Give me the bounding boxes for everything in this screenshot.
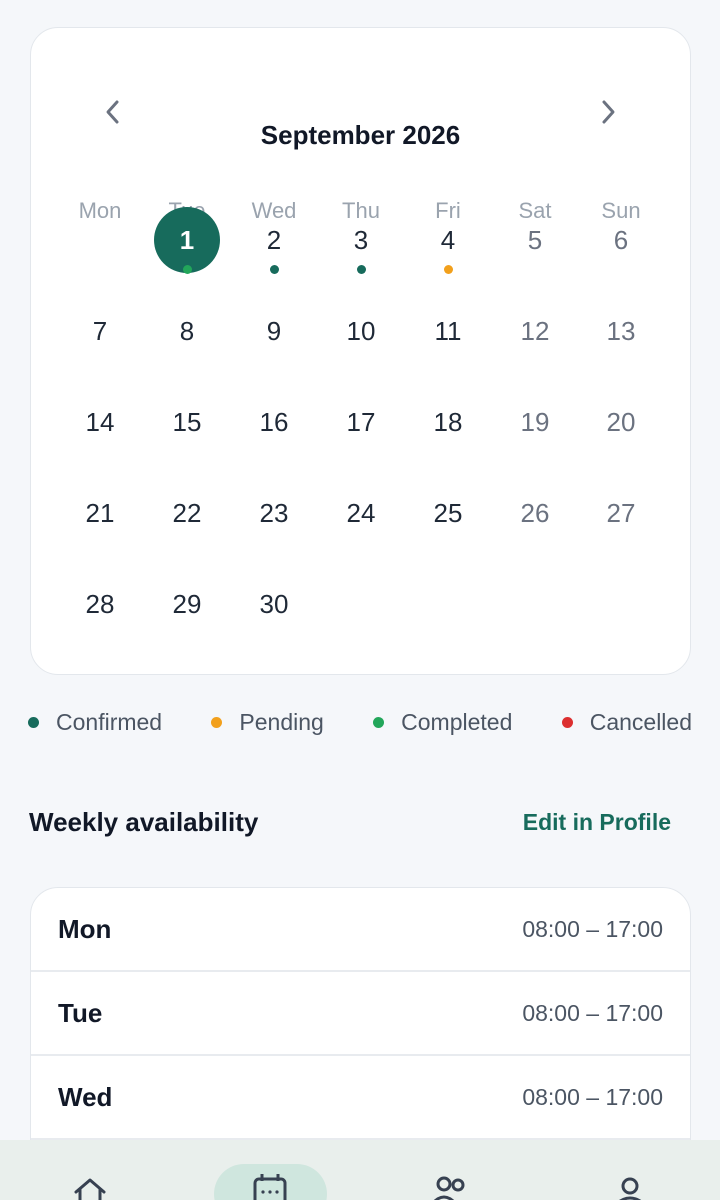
calendar-day[interactable]: 16 <box>241 389 307 455</box>
calendar-day[interactable]: 5 <box>502 207 568 273</box>
availability-row[interactable]: Mon 08:00 – 17:00 <box>31 888 690 972</box>
legend-label: Confirmed <box>56 708 163 735</box>
profile-icon[interactable] <box>610 1174 650 1200</box>
status-legend: Confirmed Pending Completed Cancelled <box>28 707 692 737</box>
calendar-day[interactable]: 26 <box>502 480 568 546</box>
availability-row[interactable]: Tue 08:00 – 17:00 <box>31 972 690 1056</box>
calendar-day[interactable]: 6 <box>588 207 654 273</box>
legend-dot <box>28 716 39 728</box>
calendar-day[interactable]: 4 <box>415 207 481 273</box>
availability-row[interactable]: Wed 08:00 – 17:00 <box>31 1056 690 1140</box>
calendar-day[interactable]: 13 <box>588 298 654 364</box>
calendar-day[interactable]: 10 <box>328 298 394 364</box>
calendar-icon[interactable] <box>250 1174 290 1200</box>
availability-day: Wed <box>58 1081 113 1112</box>
calendar-day[interactable]: 11 <box>415 298 481 364</box>
availability-hours: 08:00 – 17:00 <box>522 915 663 942</box>
availability-day: Mon <box>58 913 112 944</box>
calendar-day[interactable]: 7 <box>67 298 133 364</box>
calendar-day[interactable]: 12 <box>502 298 568 364</box>
booking-status-dot <box>356 265 366 274</box>
availability-hours: 08:00 – 17:00 <box>522 1083 663 1110</box>
bottom-nav <box>0 1140 720 1200</box>
calendar-day[interactable]: 29 <box>154 571 220 637</box>
calendar-day[interactable]: 18 <box>415 389 481 455</box>
calendar-day[interactable]: 15 <box>154 389 220 455</box>
legend-item-confirmed: Confirmed <box>28 709 162 736</box>
legend-item-completed: Completed <box>373 709 512 736</box>
calendar-day[interactable]: 27 <box>588 480 654 546</box>
edit-in-profile-link[interactable]: Edit in Profile <box>523 809 671 836</box>
calendar-day[interactable]: 25 <box>415 480 481 546</box>
legend-dot <box>211 716 223 728</box>
calendar-day[interactable]: 28 <box>67 571 133 637</box>
booking-status-dot <box>443 265 453 274</box>
people-icon[interactable] <box>430 1174 470 1200</box>
booking-status-dot <box>269 265 279 274</box>
calendar-day[interactable]: 3 <box>328 207 394 273</box>
legend-dot <box>373 716 385 728</box>
legend-label: Pending <box>239 708 324 735</box>
calendar-day[interactable]: 2 <box>241 207 307 273</box>
calendar-day[interactable]: 22 <box>154 480 220 546</box>
calendar-day[interactable]: 24 <box>328 480 394 546</box>
calendar-day[interactable]: 19 <box>502 389 568 455</box>
legend-label: Cancelled <box>589 708 692 735</box>
calendar-day[interactable]: 14 <box>67 389 133 455</box>
calendar-day[interactable]: 9 <box>241 298 307 364</box>
section-title: Weekly availability <box>29 807 259 837</box>
home-icon[interactable] <box>70 1174 110 1200</box>
booking-status-dot <box>182 265 192 274</box>
legend-dot <box>561 716 573 728</box>
calendar-day-selected[interactable]: 1 <box>154 207 220 273</box>
legend-item-pending: Pending <box>211 708 324 736</box>
chevron-right-icon[interactable] <box>588 92 628 132</box>
weekday-label: Mon <box>78 198 122 223</box>
availability-day: Tue <box>58 997 103 1028</box>
legend-item-cancelled: Cancelled <box>561 708 692 736</box>
calendar-card: September 2026 MonTueWedThuFriSatSun 123… <box>30 27 691 675</box>
legend-label: Completed <box>401 708 513 735</box>
calendar-day[interactable]: 8 <box>154 298 220 364</box>
calendar-day[interactable]: 30 <box>241 571 307 637</box>
calendar-day[interactable]: 20 <box>588 389 654 455</box>
calendar-day[interactable]: 17 <box>328 389 394 455</box>
calendar-day[interactable]: 23 <box>241 480 307 546</box>
availability-hours: 08:00 – 17:00 <box>522 999 663 1026</box>
calendar-day[interactable]: 21 <box>67 480 133 546</box>
